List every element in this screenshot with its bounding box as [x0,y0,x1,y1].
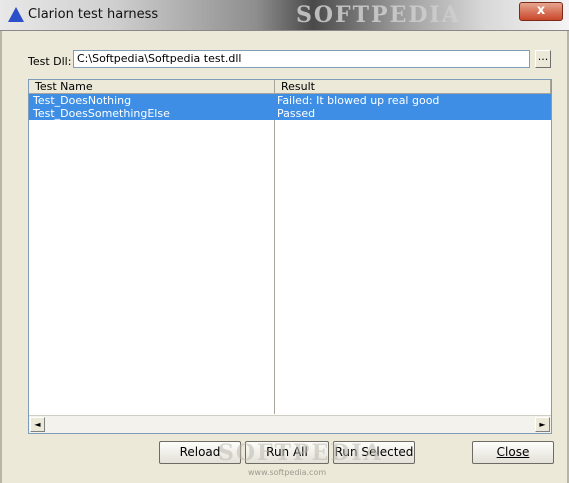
test-results-list[interactable]: Test Name Result Test_DoesNothing Failed… [28,79,552,434]
window-title: Clarion test harness [28,7,159,22]
result-cell: Passed [277,107,316,120]
scroll-right-arrow-icon[interactable]: ► [535,417,550,432]
reload-button[interactable]: Reload [159,441,241,464]
dialog-body: Test Dll: C:\Softpedia\Softpedia test.dl… [0,31,569,483]
test-dll-path-field[interactable]: C:\Softpedia\Softpedia test.dll [73,50,530,68]
scroll-left-arrow-icon[interactable]: ◄ [30,417,45,432]
column-divider [274,94,275,414]
app-triangle-icon [8,7,24,22]
run-selected-button[interactable]: Run Selected [333,441,415,464]
horizontal-scrollbar[interactable]: ◄ ► [29,415,551,433]
table-row[interactable]: Test_DoesNothing Failed: It blowed up re… [29,94,551,107]
window-close-button[interactable]: x [519,2,563,21]
table-row[interactable]: Test_DoesSomethingElse Passed [29,107,551,120]
column-header-test-name[interactable]: Test Name [29,80,275,94]
run-all-button[interactable]: Run All [245,441,329,464]
result-cell: Failed: It blowed up real good [277,94,440,107]
app-window: Clarion test harness SOFTPEDIA x Test Dl… [0,0,569,483]
test-name-cell: Test_DoesNothing [33,94,132,107]
close-button[interactable]: Close [472,441,554,464]
test-name-cell: Test_DoesSomethingElse [33,107,170,120]
title-bar[interactable]: Clarion test harness SOFTPEDIA x [0,0,569,31]
title-watermark: SOFTPEDIA [296,2,461,28]
test-dll-label: Test Dll: [28,55,72,68]
footer-watermark-url: www.softpedia.com [248,468,327,477]
browse-dll-button[interactable]: ... [535,50,551,68]
column-header-result[interactable]: Result [275,80,551,94]
